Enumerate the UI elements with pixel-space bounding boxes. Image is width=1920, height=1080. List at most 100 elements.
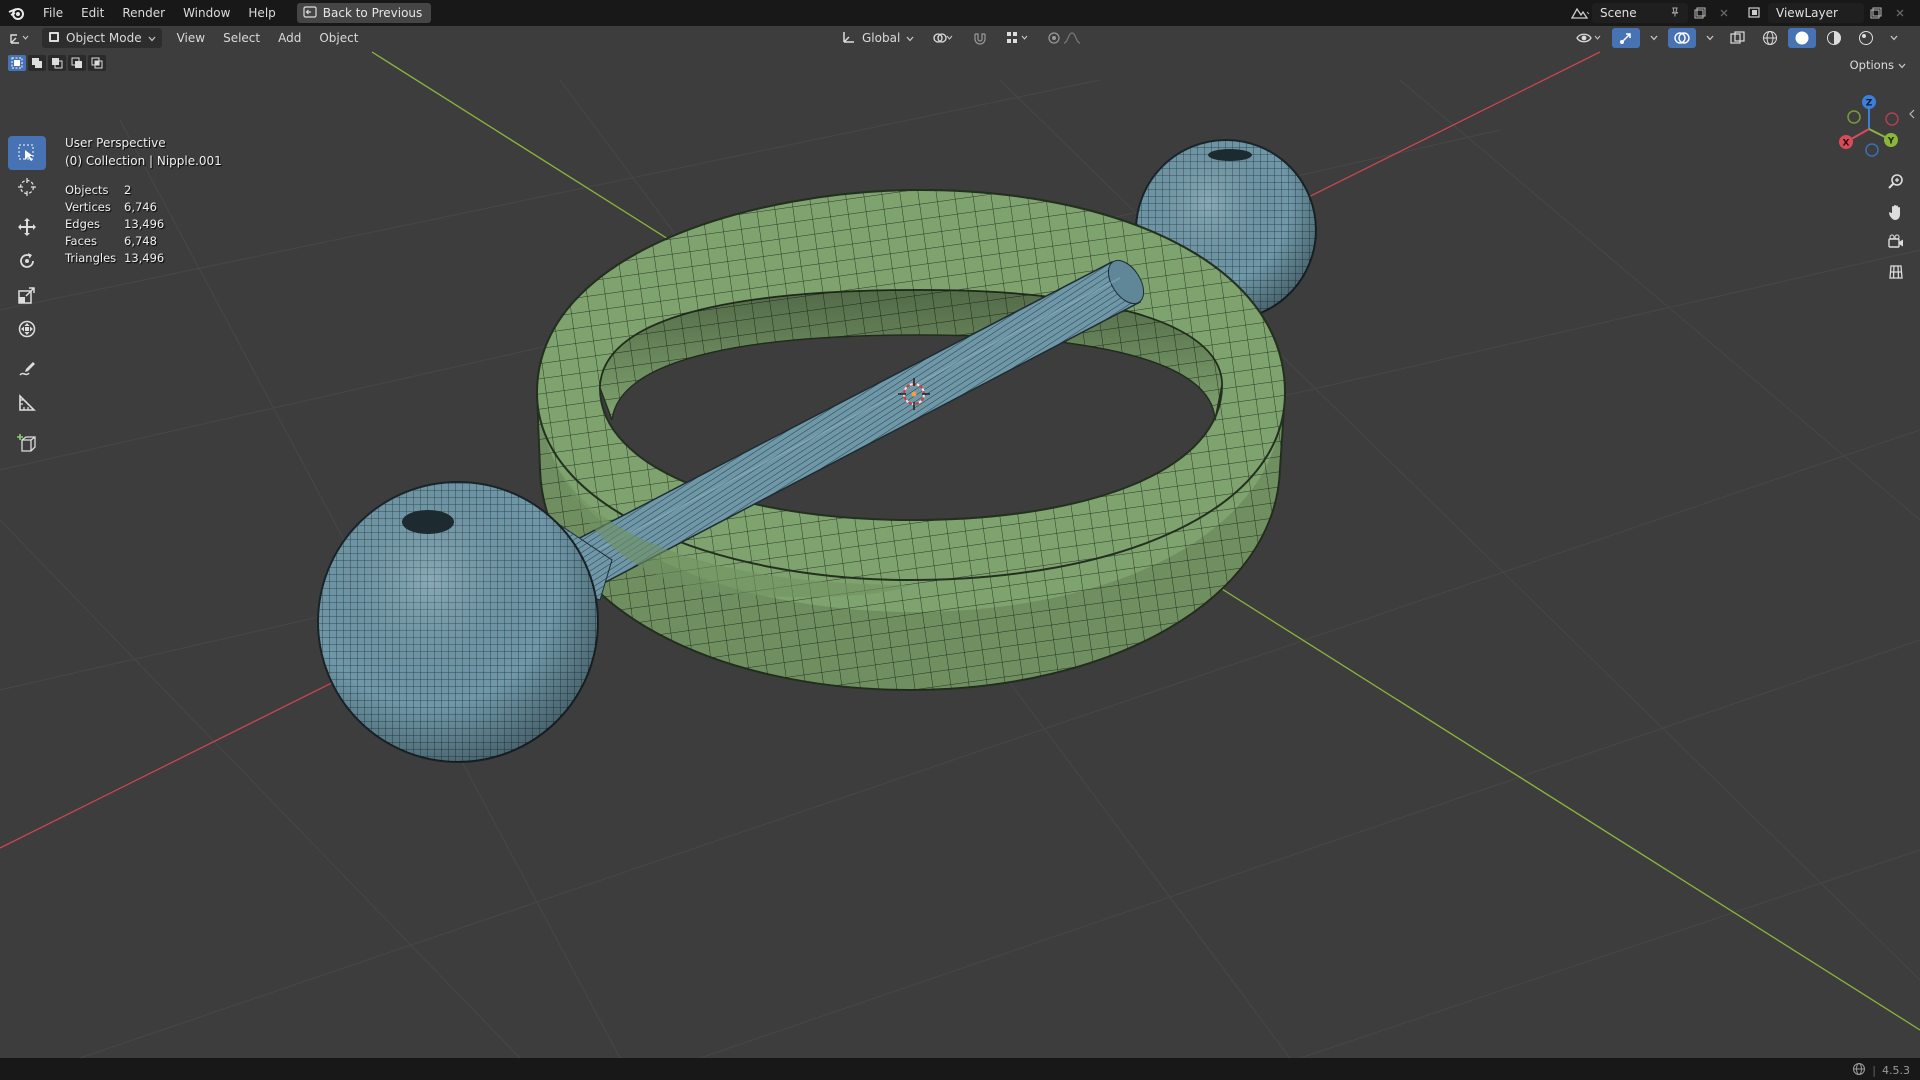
select-new-icon[interactable] <box>8 55 26 71</box>
navigation-gizmo[interactable]: Z Y X <box>1832 92 1906 166</box>
add-cube-tool[interactable] <box>8 426 46 460</box>
stat-label: Triangles <box>65 251 117 265</box>
scene-name-field[interactable]: Scene <box>1592 3 1688 23</box>
menu-select[interactable]: Select <box>214 31 269 45</box>
back-to-previous-label: Back to Previous <box>322 6 423 20</box>
scene-selector-icon[interactable] <box>1568 3 1592 23</box>
select-extend-icon[interactable] <box>28 55 46 71</box>
pin-icon[interactable] <box>1670 6 1680 20</box>
snap-toggle-icon[interactable] <box>966 28 994 48</box>
gizmo-y-label: Y <box>1887 137 1895 147</box>
transform-settings: Global <box>836 28 1088 48</box>
gizmo-neg-y-icon[interactable] <box>1847 110 1861 124</box>
object-mode-dropdown[interactable]: Object Mode <box>42 28 162 48</box>
show-overlays-icon[interactable] <box>1668 28 1696 48</box>
view-name: User Perspective <box>65 136 166 150</box>
orthographic-grid-icon[interactable] <box>1882 260 1910 284</box>
rendered-shading-icon[interactable] <box>1852 28 1880 48</box>
3d-viewport[interactable]: User Perspective (0) Collection | Nipple… <box>0 50 1920 1058</box>
stat-label: Faces <box>65 234 97 248</box>
select-subtract-icon[interactable] <box>48 55 66 71</box>
stat-value: 13,496 <box>124 217 165 231</box>
new-scene-icon[interactable] <box>1688 3 1712 23</box>
object-mode-label: Object Mode <box>66 31 142 45</box>
menu-render[interactable]: Render <box>113 0 174 26</box>
menu-help[interactable]: Help <box>239 0 284 26</box>
editor-type-icon[interactable] <box>0 28 38 48</box>
ring-object[interactable] <box>535 188 1287 692</box>
select-difference-icon[interactable] <box>68 55 86 71</box>
menu-add[interactable]: Add <box>269 31 310 45</box>
stat-row: Objects 2 <box>65 183 164 200</box>
material-preview-shading-icon[interactable] <box>1820 28 1848 48</box>
remove-scene-icon[interactable] <box>1712 3 1736 23</box>
scale-tool[interactable] <box>8 278 46 312</box>
stat-value: 6,746 <box>124 200 157 214</box>
options-dropdown[interactable]: Options <box>1844 55 1912 75</box>
wireframe-shading-icon[interactable] <box>1756 28 1784 48</box>
menu-edit[interactable]: Edit <box>72 0 113 26</box>
status-divider: | <box>1872 1064 1876 1077</box>
scene-statistics: Objects 2 Vertices 6,746 Edges 13,496 Faces… <box>65 183 164 268</box>
stat-row: Faces 6,748 <box>65 234 164 251</box>
viewport-overlay-info: User Perspective (0) Collection | Nipple… <box>65 136 222 172</box>
pan-hand-icon[interactable] <box>1882 200 1910 224</box>
scene-name-text: Scene <box>1600 6 1637 20</box>
workspace-right-controls: Scene ViewLayer <box>1568 0 1920 26</box>
orientation-icon <box>842 30 856 47</box>
gizmo-neg-x-icon[interactable] <box>1885 112 1899 126</box>
annotate-tool[interactable] <box>8 352 46 386</box>
solid-shading-icon[interactable] <box>1788 28 1816 48</box>
snap-target-icon[interactable] <box>1000 28 1036 48</box>
view-layer-field[interactable]: ViewLayer <box>1768 3 1864 23</box>
network-globe-icon[interactable] <box>1852 1062 1866 1079</box>
zoom-icon[interactable] <box>1882 170 1910 194</box>
stat-value: 6,748 <box>124 234 157 248</box>
cursor-tool[interactable] <box>8 170 46 204</box>
viewport-nav-buttons <box>1882 170 1910 284</box>
transform-orientation-dropdown[interactable]: Global <box>836 28 920 48</box>
active-collection-object: (0) Collection | Nipple.001 <box>65 154 222 168</box>
move-tool[interactable] <box>8 210 46 244</box>
new-view-layer-icon[interactable] <box>1864 3 1888 23</box>
menu-view[interactable]: View <box>168 31 214 45</box>
selection-mode-buttons <box>8 55 106 71</box>
back-to-previous-button[interactable]: Back to Previous <box>296 3 432 23</box>
select-box-tool[interactable] <box>8 136 46 170</box>
stat-value: 13,496 <box>124 251 165 265</box>
stat-label: Vertices <box>65 200 111 214</box>
proportional-editing-icon[interactable] <box>1042 28 1088 48</box>
transform-tool[interactable] <box>8 312 46 346</box>
measure-tool[interactable] <box>8 386 46 420</box>
gizmo-options-chevron-icon[interactable] <box>1644 28 1664 48</box>
view-layer-selector-icon[interactable] <box>1744 3 1768 23</box>
blender-logo-icon[interactable] <box>0 0 34 26</box>
menu-file[interactable]: File <box>34 0 72 26</box>
shading-options-chevron-icon[interactable] <box>1884 28 1904 48</box>
version-indicator: | 4.5.3 <box>1852 1062 1910 1079</box>
stat-row: Vertices 6,746 <box>65 200 164 217</box>
gizmo-x-label: X <box>1843 139 1850 149</box>
viewport-scene[interactable] <box>0 50 1920 1058</box>
viewport-display-controls <box>1570 28 1904 48</box>
camera-view-icon[interactable] <box>1882 230 1910 254</box>
object-mode-icon <box>48 31 60 46</box>
sidebar-toggle-chevron-icon[interactable] <box>1908 104 1916 123</box>
show-gizmo-icon[interactable] <box>1612 28 1640 48</box>
pivot-point-icon[interactable] <box>926 28 960 48</box>
gizmo-z-label: Z <box>1866 99 1873 109</box>
gizmo-neg-z-icon[interactable] <box>1865 143 1879 157</box>
tool-shelf <box>8 136 48 460</box>
menu-window[interactable]: Window <box>174 0 239 26</box>
object-visibility-icon[interactable] <box>1570 28 1608 48</box>
remove-view-layer-icon[interactable] <box>1888 3 1912 23</box>
menu-object[interactable]: Object <box>310 31 367 45</box>
select-intersect-icon[interactable] <box>88 55 106 71</box>
rotate-tool[interactable] <box>8 244 46 278</box>
viewport-header: Object Mode View Select Add Object Globa… <box>0 26 1920 50</box>
overlay-options-chevron-icon[interactable] <box>1700 28 1720 48</box>
chevron-down-icon <box>906 31 914 45</box>
stat-label: Objects <box>65 183 109 197</box>
view-layer-field-group: ViewLayer <box>1768 3 1912 23</box>
xray-toggle-icon[interactable] <box>1724 28 1752 48</box>
